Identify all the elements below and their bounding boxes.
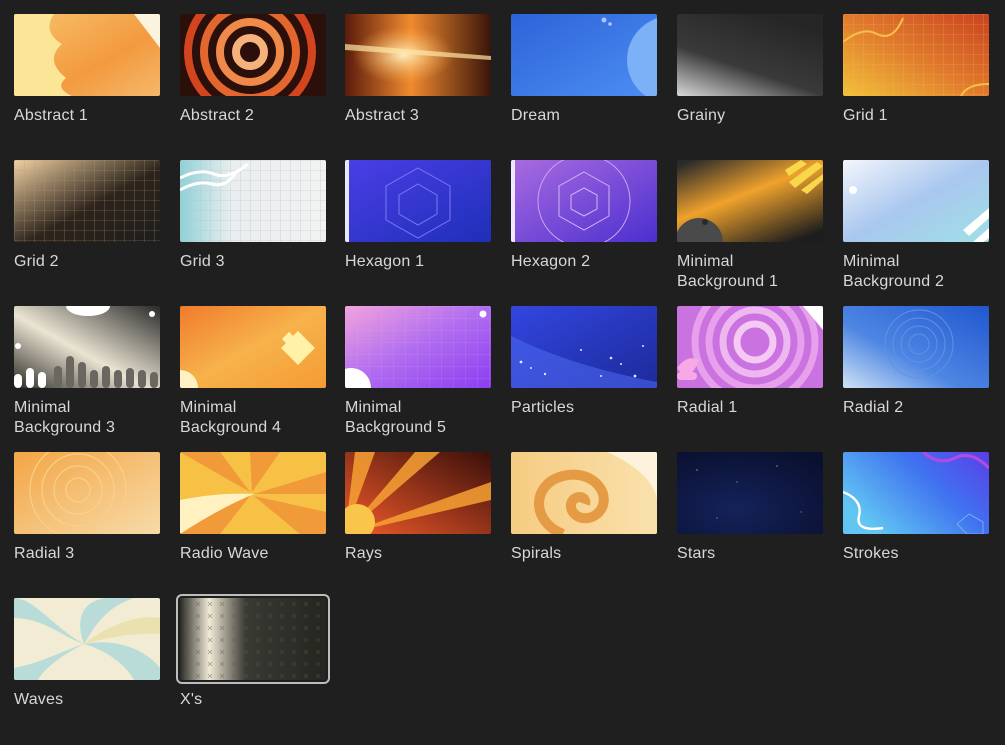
xs-thumbnail [176, 594, 330, 684]
radio-wave-thumbnail [180, 452, 326, 534]
hexagon-2-thumbnail [511, 160, 657, 242]
background-label: Grid 1 [843, 107, 888, 124]
background-label: Minimal Background 4 [180, 399, 282, 436]
minimal-background-5-thumbnail [345, 306, 491, 388]
background-label: Waves [14, 691, 64, 708]
background-tile-minimal-background-3[interactable]: Minimal Background 3 [14, 306, 161, 446]
grainy-thumbnail [677, 14, 823, 96]
grid-2-thumbnail [14, 160, 160, 242]
background-label: Rays [345, 545, 383, 562]
background-tile-radial-2[interactable]: Radial 2 [843, 306, 990, 446]
background-tile-spirals[interactable]: Spirals [511, 452, 658, 592]
minimal-background-2-thumbnail [843, 160, 989, 242]
radial-1-thumbnail [677, 306, 823, 388]
grid-1-thumbnail [843, 14, 989, 96]
background-tile-hexagon-2[interactable]: Hexagon 2 [511, 160, 658, 300]
abstract-1-thumbnail [14, 14, 160, 96]
background-tile-abstract-3[interactable]: Abstract 3 [345, 14, 492, 154]
background-label: Abstract 1 [14, 107, 89, 124]
minimal-background-1-thumbnail [677, 160, 823, 242]
background-tile-grid-1[interactable]: Grid 1 [843, 14, 990, 154]
radial-2-thumbnail [843, 306, 989, 388]
dream-thumbnail [511, 14, 657, 96]
particles-thumbnail [511, 306, 657, 388]
background-tile-rays[interactable]: Rays [345, 452, 492, 592]
background-tile-particles[interactable]: Particles [511, 306, 658, 446]
radial-3-thumbnail [14, 452, 160, 534]
strokes-thumbnail [843, 452, 989, 534]
background-tile-radio-wave[interactable]: Radio Wave [180, 452, 327, 592]
background-label: Abstract 2 [180, 107, 255, 124]
background-label: Radial 1 [677, 399, 738, 416]
background-label: Spirals [511, 545, 562, 562]
background-tile-grid-2[interactable]: Grid 2 [14, 160, 161, 300]
background-label: Radio Wave [180, 545, 269, 562]
background-label: Grainy [677, 107, 726, 124]
background-label: Grid 2 [14, 253, 59, 270]
background-label: Hexagon 2 [511, 253, 591, 270]
abstract-2-thumbnail [180, 14, 326, 96]
background-label: Particles [511, 399, 575, 416]
stars-thumbnail [677, 452, 823, 534]
spirals-thumbnail [511, 452, 657, 534]
minimal-background-3-thumbnail [14, 306, 160, 388]
background-tile-radial-1[interactable]: Radial 1 [677, 306, 824, 446]
background-tile-grainy[interactable]: Grainy [677, 14, 824, 154]
background-tile-dream[interactable]: Dream [511, 14, 658, 154]
background-tile-minimal-background-2[interactable]: Minimal Background 2 [843, 160, 990, 300]
abstract-3-thumbnail [345, 14, 491, 96]
minimal-background-4-thumbnail [180, 306, 326, 388]
background-tile-abstract-2[interactable]: Abstract 2 [180, 14, 327, 154]
background-tile-minimal-background-4[interactable]: Minimal Background 4 [180, 306, 327, 446]
background-label: Abstract 3 [345, 107, 420, 124]
background-label: Strokes [843, 545, 899, 562]
background-tile-strokes[interactable]: Strokes [843, 452, 990, 592]
background-label: Minimal Background 1 [677, 253, 779, 290]
rays-thumbnail [345, 452, 491, 534]
background-tile-stars[interactable]: Stars [677, 452, 824, 592]
background-label: Minimal Background 5 [345, 399, 447, 436]
background-tile-waves[interactable]: Waves [14, 598, 161, 738]
background-tile-abstract-1[interactable]: Abstract 1 [14, 14, 161, 154]
grid-3-thumbnail [180, 160, 326, 242]
background-label: Stars [677, 545, 716, 562]
background-grid: Abstract 1 Abstract 2 Abstract 3 Dream G… [0, 0, 1005, 745]
waves-thumbnail [14, 598, 160, 680]
background-tile-radial-3[interactable]: Radial 3 [14, 452, 161, 592]
background-label: Radial 3 [14, 545, 75, 562]
background-tile-grid-3[interactable]: Grid 3 [180, 160, 327, 300]
background-label: X's [180, 691, 203, 708]
hexagon-1-thumbnail [345, 160, 491, 242]
background-tile-xs[interactable]: X's [176, 594, 330, 738]
background-tile-hexagon-1[interactable]: Hexagon 1 [345, 160, 492, 300]
background-label: Minimal Background 3 [14, 399, 116, 436]
background-tile-minimal-background-1[interactable]: Minimal Background 1 [677, 160, 824, 300]
background-label: Radial 2 [843, 399, 904, 416]
background-label: Dream [511, 107, 561, 124]
background-label: Hexagon 1 [345, 253, 425, 270]
background-tile-minimal-background-5[interactable]: Minimal Background 5 [345, 306, 492, 446]
background-label: Minimal Background 2 [843, 253, 945, 290]
background-label: Grid 3 [180, 253, 225, 270]
